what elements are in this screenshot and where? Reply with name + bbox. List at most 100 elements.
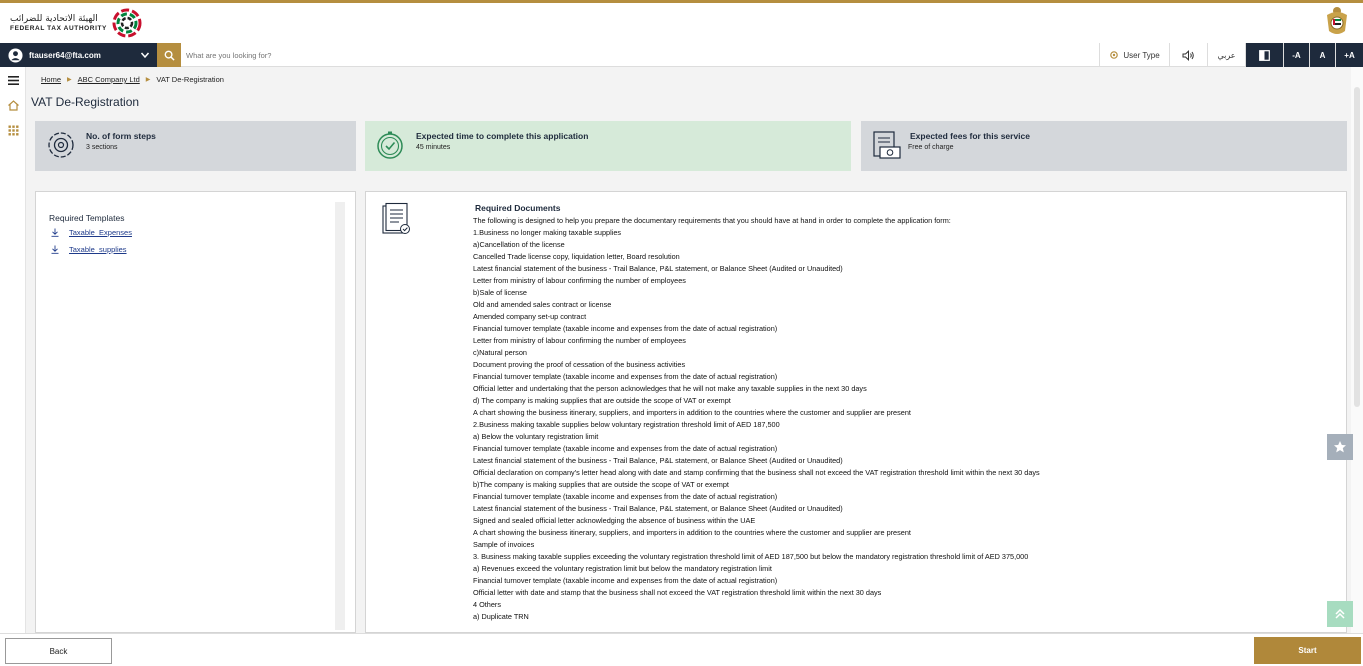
action-footer: Back Start — [0, 633, 1363, 666]
template-link-taxable-supplies[interactable]: Taxable_supplies — [51, 245, 127, 254]
expected-fees-value: Free of charge — [908, 144, 954, 151]
document-requirement-line: Document proving the proof of cessation … — [473, 360, 686, 369]
document-requirement-line: a)Cancellation of the license — [473, 240, 565, 249]
contrast-icon — [1259, 49, 1270, 61]
logo-text: الهيئة الاتحادية للضرائب FEDERAL TAX AUT… — [10, 14, 107, 32]
favorite-button[interactable] — [1327, 434, 1353, 460]
document-requirement-line: Signed and sealed official letter acknow… — [473, 516, 756, 525]
document-requirement-line: a) Revenues exceed the voluntary registr… — [473, 564, 772, 573]
document-requirement-line: The following is designed to help you pr… — [473, 216, 951, 225]
document-requirement-line: Cancelled Trade license copy, liquidatio… — [473, 252, 680, 261]
document-requirement-line: Latest financial statement of the busine… — [473, 456, 843, 465]
hamburger-menu-icon[interactable] — [7, 74, 20, 87]
expected-time-title: Expected time to complete this applicati… — [416, 131, 589, 141]
home-icon[interactable] — [7, 99, 20, 112]
download-icon — [51, 228, 59, 237]
fees-receipt-icon — [873, 131, 901, 159]
expected-fees-card: Expected fees for this service Free of c… — [861, 121, 1347, 171]
language-toggle[interactable]: عربي — [1207, 43, 1245, 67]
document-requirement-line: d) The company is making supplies that a… — [473, 396, 731, 405]
fta-logo-mark-icon — [112, 8, 142, 38]
document-requirement-line: 4 Others — [473, 600, 501, 609]
user-menu[interactable]: ftauser64@fta.com — [0, 43, 157, 67]
document-requirement-line: Financial turnover template (taxable inc… — [473, 492, 778, 501]
expected-fees-title: Expected fees for this service — [910, 131, 1031, 141]
top-toolbar: ftauser64@fta.com User Type عربي -A A — [0, 43, 1363, 67]
breadcrumb: Home ▶ ABC Company Ltd ▶ VAT De-Registra… — [41, 75, 224, 84]
document-requirement-line: Old and amended sales contract or licens… — [473, 300, 612, 309]
clock-icon — [377, 131, 403, 159]
back-button[interactable]: Back — [5, 638, 112, 664]
font-increase-button[interactable]: +A — [1335, 43, 1363, 67]
document-requirement-line: A chart showing the business itinerary, … — [473, 408, 911, 417]
font-reset-button[interactable]: A — [1309, 43, 1335, 67]
document-requirement-line: c)Natural person — [473, 348, 527, 357]
gear-icon — [1110, 51, 1119, 59]
contrast-toggle[interactable] — [1245, 43, 1283, 67]
search-icon — [164, 50, 175, 61]
breadcrumb-home-link[interactable]: Home — [41, 75, 61, 84]
required-templates-panel: Required Templates Taxable_Expenses Taxa… — [35, 191, 356, 633]
document-requirement-line: a) Below the voluntary registration limi… — [473, 432, 599, 441]
document-requirement-line: 3. Business making taxable supplies exce… — [473, 552, 1029, 561]
document-requirement-line: Financial turnover template (taxable inc… — [473, 576, 778, 585]
template-link-label: Taxable_supplies — [69, 245, 127, 254]
logo-english-text: FEDERAL TAX AUTHORITY — [10, 25, 107, 32]
page-scrollbar[interactable] — [1351, 67, 1363, 633]
font-decrease-button[interactable]: -A — [1283, 43, 1309, 67]
form-steps-card: No. of form steps 3 sections — [35, 121, 356, 171]
uae-emblem-icon — [1327, 7, 1347, 34]
page-title: VAT De-Registration — [31, 95, 140, 109]
required-documents-panel: Required Documents The following is desi… — [365, 191, 1347, 633]
document-requirement-line: Latest financial statement of the busine… — [473, 264, 843, 273]
star-icon — [1334, 441, 1346, 453]
logo-arabic-text: الهيئة الاتحادية للضرائب — [10, 14, 98, 24]
templates-scrollbar[interactable] — [335, 202, 345, 630]
document-requirement-line: Letter from ministry of labour confirmin… — [473, 276, 686, 285]
page-scrollbar-thumb[interactable] — [1354, 87, 1360, 407]
document-requirement-line: b)Sale of license — [473, 288, 527, 297]
text-to-speech-button[interactable] — [1169, 43, 1207, 67]
document-requirement-line: Financial turnover template (taxable inc… — [473, 444, 778, 453]
document-requirement-line: Official letter and undertaking that the… — [473, 384, 867, 393]
speaker-icon — [1182, 49, 1194, 61]
document-requirement-line: Financial turnover template (taxable inc… — [473, 324, 778, 333]
start-button[interactable]: Start — [1254, 637, 1361, 664]
fta-logo[interactable]: الهيئة الاتحادية للضرائب FEDERAL TAX AUT… — [10, 6, 143, 40]
breadcrumb-separator-icon: ▶ — [67, 77, 72, 83]
left-sidebar — [0, 67, 26, 633]
user-type-selector[interactable]: User Type — [1099, 43, 1169, 67]
document-requirement-line: 2.Business making taxable supplies below… — [473, 420, 780, 429]
document-requirement-line: b)The company is making supplies that ar… — [473, 480, 729, 489]
document-checklist-icon — [382, 202, 410, 234]
template-link-taxable-expenses[interactable]: Taxable_Expenses — [51, 228, 132, 237]
breadcrumb-company-link[interactable]: ABC Company Ltd — [78, 75, 140, 84]
user-avatar-icon — [8, 47, 23, 63]
apps-grid-icon[interactable] — [7, 124, 20, 137]
document-requirement-line: Official letter with date and stamp that… — [473, 588, 882, 597]
document-requirement-line: 1.Business no longer making taxable supp… — [473, 228, 622, 237]
document-requirement-line: Official declaration on company's letter… — [473, 468, 1040, 477]
breadcrumb-separator-icon: ▶ — [145, 77, 151, 83]
chevron-down-icon — [140, 52, 150, 59]
search-input[interactable] — [186, 46, 786, 64]
document-requirement-line: Amended company set-up contract — [473, 312, 587, 321]
document-requirement-line: Letter from ministry of labour confirmin… — [473, 336, 686, 345]
template-link-label: Taxable_Expenses — [69, 228, 132, 237]
document-requirement-line: Financial turnover template (taxable inc… — [473, 372, 778, 381]
cogs-icon — [48, 132, 74, 158]
double-chevron-up-icon — [1335, 608, 1345, 619]
document-requirement-line: a) Duplicate TRN — [473, 612, 529, 621]
document-requirement-line: A chart showing the business itinerary, … — [473, 528, 911, 537]
document-requirement-line: Latest financial statement of the busine… — [473, 504, 843, 513]
expected-time-value: 45 minutes — [416, 144, 451, 151]
scroll-to-top-button[interactable] — [1327, 601, 1353, 627]
form-steps-value: 3 sections — [86, 144, 118, 151]
required-documents-list: The following is designed to help you pr… — [473, 215, 1333, 623]
search-button[interactable] — [157, 43, 181, 67]
form-steps-title: No. of form steps — [86, 131, 156, 141]
user-type-label: User Type — [1123, 50, 1160, 60]
expected-time-card: Expected time to complete this applicati… — [365, 121, 851, 171]
required-documents-title: Required Documents — [475, 203, 561, 213]
document-requirement-line: Sample of invoices — [473, 540, 535, 549]
